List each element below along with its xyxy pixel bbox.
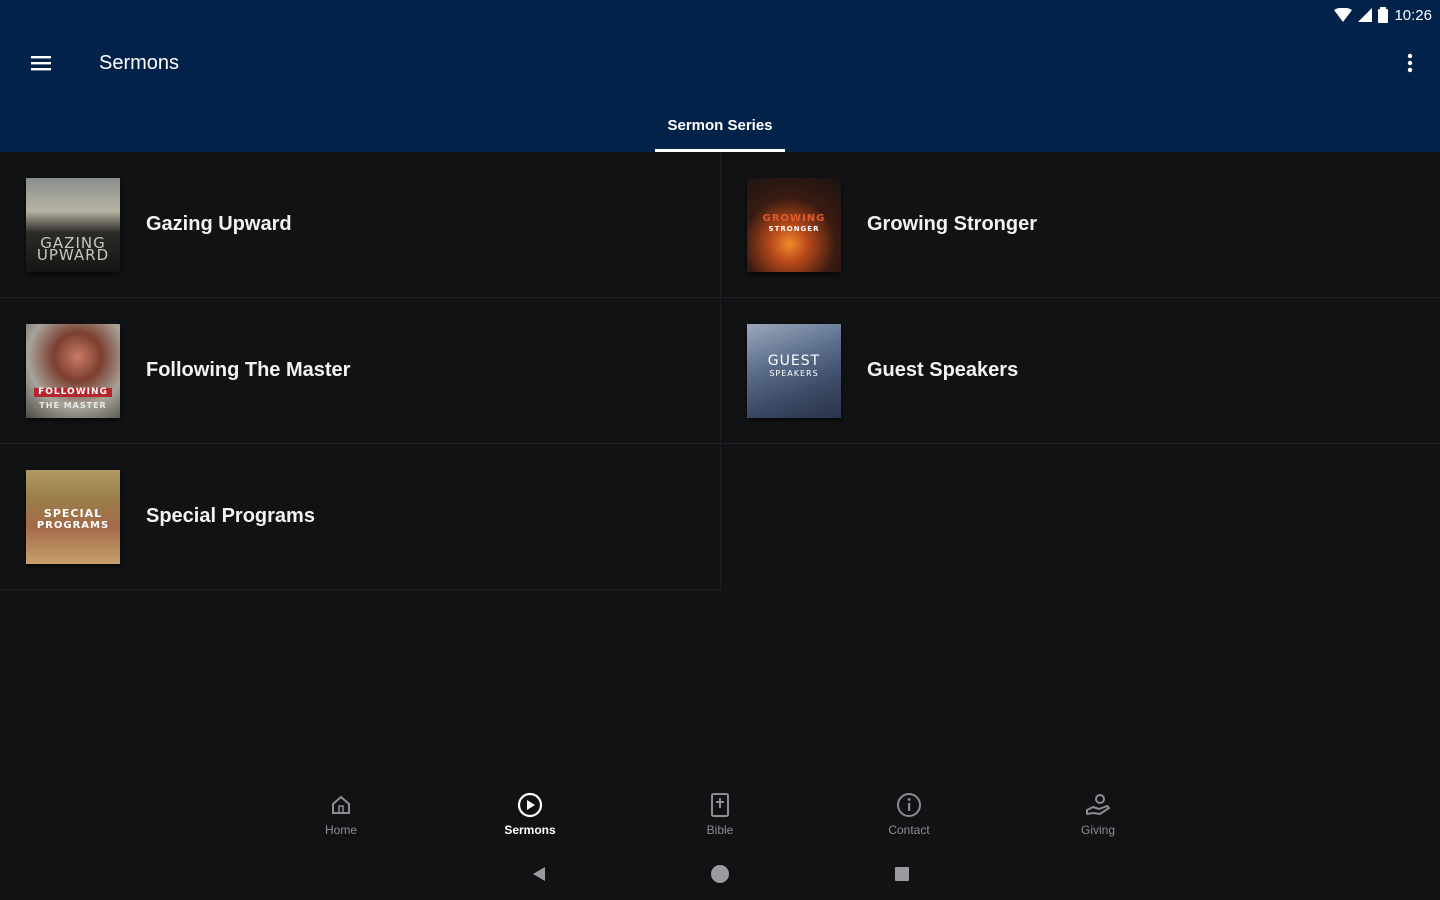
series-thumbnail: GROWING STRONGER — [747, 177, 841, 272]
series-item-gazing-upward[interactable]: GAZING UPWARD Gazing Upward — [0, 152, 721, 298]
system-navigation-bar — [0, 858, 1440, 890]
menu-button[interactable] — [24, 46, 58, 80]
battery-icon — [1378, 7, 1389, 23]
series-item-guest-speakers[interactable]: GUEST SPEAKERS Guest Speakers — [721, 298, 1440, 444]
nav-bible[interactable]: Bible — [670, 785, 770, 841]
series-item-special-programs[interactable]: SPECIAL PROGRAMS Special Programs — [0, 444, 721, 590]
series-title: Gazing Upward — [146, 213, 292, 235]
nav-label: Bible — [706, 823, 734, 837]
nav-label: Home — [324, 823, 357, 837]
app-bar: 10:26 Sermons Sermon Series — [0, 0, 1440, 152]
series-item-following-the-master[interactable]: FOLLOWING THE MASTER Following The Maste… — [0, 298, 721, 444]
hamburger-menu-icon — [31, 56, 51, 71]
thumbnail-text: GROWING — [762, 212, 826, 224]
recents-square-icon — [895, 867, 909, 881]
overflow-menu-button[interactable] — [1398, 46, 1422, 80]
thumbnail-text: GUEST — [767, 352, 821, 369]
play-circle-icon — [517, 792, 543, 818]
tab-sermon-series[interactable]: Sermon Series — [655, 106, 785, 152]
back-button[interactable] — [527, 862, 551, 886]
nav-home[interactable]: Home — [291, 785, 391, 841]
status-bar: 10:26 — [1334, 5, 1432, 25]
nav-giving[interactable]: Giving — [1048, 785, 1148, 841]
series-title: Special Programs — [146, 505, 315, 527]
status-time: 10:26 — [1394, 6, 1432, 24]
bottom-navigation: Home Sermons Bible Contact Giving — [0, 785, 1440, 845]
page-title: Sermons — [99, 52, 180, 74]
recents-button[interactable] — [890, 862, 914, 886]
series-thumbnail: SPECIAL PROGRAMS — [26, 469, 120, 564]
home-circle-icon — [711, 865, 729, 883]
thumbnail-text: STRONGER — [768, 224, 820, 233]
thumbnail-text: SPEAKERS — [769, 368, 819, 378]
nav-label: Sermons — [504, 823, 556, 837]
signal-icon — [1358, 8, 1373, 22]
thumbnail-text: THE MASTER — [39, 400, 107, 410]
series-title: Guest Speakers — [867, 359, 1019, 381]
nav-contact[interactable]: Contact — [859, 785, 959, 841]
nav-label: Contact — [888, 823, 930, 837]
home-system-button[interactable] — [708, 862, 732, 886]
thumbnail-text: SPECIAL — [43, 506, 103, 520]
home-icon — [332, 795, 350, 814]
nav-label: Giving — [1080, 823, 1115, 837]
series-item-growing-stronger[interactable]: GROWING STRONGER Growing Stronger — [721, 152, 1440, 298]
more-vert-icon — [1407, 53, 1413, 73]
thumbnail-text: PROGRAMS — [36, 519, 110, 531]
giving-hand-icon — [1086, 794, 1110, 815]
series-title: Growing Stronger — [867, 213, 1037, 235]
series-title: Following The Master — [146, 359, 351, 381]
wifi-icon — [1334, 8, 1353, 22]
series-thumbnail: GAZING UPWARD — [26, 177, 120, 272]
series-thumbnail: GUEST SPEAKERS — [747, 323, 841, 418]
series-thumbnail: FOLLOWING THE MASTER — [26, 323, 120, 418]
nav-sermons[interactable]: Sermons — [480, 785, 580, 841]
thumbnail-text: FOLLOWING — [34, 387, 112, 397]
thumbnail-text: UPWARD — [36, 245, 110, 264]
info-icon — [897, 793, 921, 817]
back-triangle-icon — [533, 867, 545, 881]
bible-icon — [711, 793, 729, 817]
